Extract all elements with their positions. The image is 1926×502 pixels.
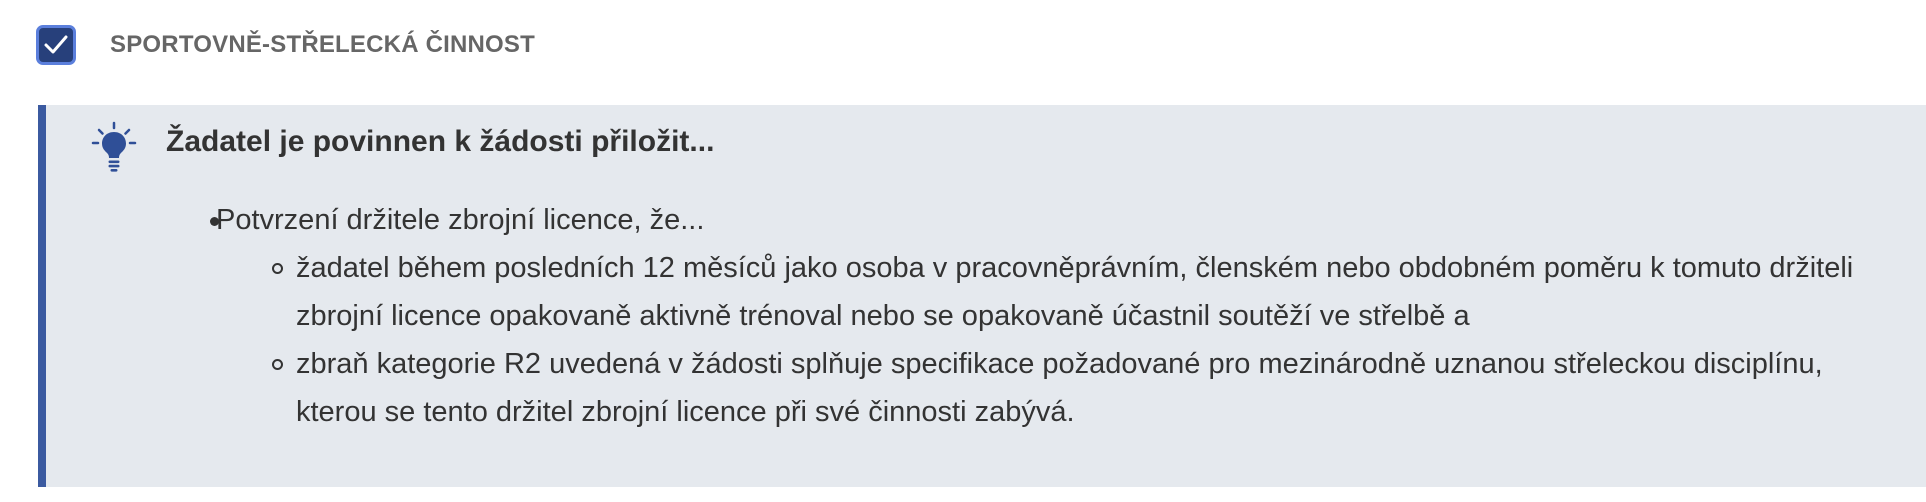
list-item: Potvrzení držitele zbrojní licence, že..…: [210, 196, 1876, 436]
sub-list-item-text: zbraň kategorie R2 uvedená v žádosti spl…: [296, 348, 1823, 428]
requirements-info-box: Žadatel je povinnen k žádosti přiložit..…: [38, 105, 1926, 487]
info-title: Žadatel je povinnen k žádosti přiložit..…: [166, 125, 715, 158]
sport-shooting-checkbox-row[interactable]: SPORTOVNĚ-STŘELECKÁ ČINNOST: [36, 20, 535, 70]
bullet-circle: [272, 263, 283, 274]
sub-list-item-text: žadatel během posledních 12 měsíců jako …: [296, 252, 1854, 332]
sub-requirements-list: žadatel během posledních 12 měsíců jako …: [216, 244, 1876, 436]
sub-list-item: žadatel během posledních 12 měsíců jako …: [272, 244, 1876, 340]
requirements-list: Potvrzení držitele zbrojní licence, že..…: [210, 196, 1876, 436]
list-item-text: Potvrzení držitele zbrojní licence, že..…: [216, 204, 705, 236]
bullet-circle: [272, 359, 283, 370]
sub-list-item: zbraň kategorie R2 uvedená v žádosti spl…: [272, 340, 1876, 436]
sport-shooting-checkbox-label[interactable]: SPORTOVNĚ-STŘELECKÁ ČINNOST: [110, 31, 535, 59]
sport-shooting-checkbox[interactable]: [36, 25, 76, 65]
lightbulb-icon: [91, 121, 137, 172]
bullet-disc: [210, 217, 219, 226]
checkmark-icon: [44, 35, 68, 54]
